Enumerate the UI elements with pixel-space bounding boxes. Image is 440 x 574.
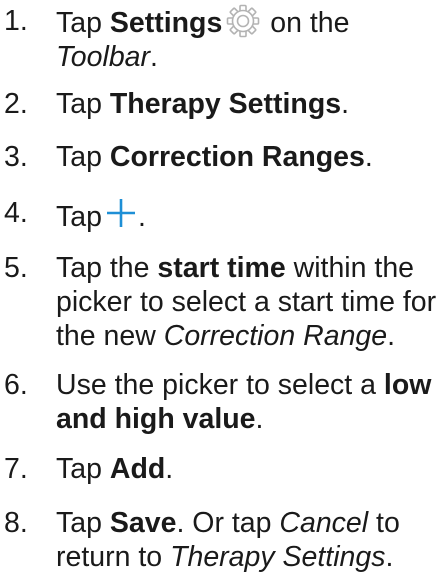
step-text: Tap Settings on the Toolbar.: [56, 4, 440, 74]
step-text-run: on the: [262, 7, 350, 39]
bold-term: Save: [109, 507, 177, 539]
step-text: Tap Add.: [56, 452, 440, 486]
step-text-run: picker to select a start time for: [56, 286, 437, 318]
bold-term: Correction Ranges: [109, 141, 365, 173]
italic-term: Cancel: [279, 507, 369, 539]
step-text-run: Tap: [56, 7, 110, 39]
step-text-run: to: [368, 507, 400, 539]
step-text: Tap.: [56, 196, 440, 234]
step-number: 3.: [4, 141, 28, 173]
step-text-run: Tap the: [56, 252, 158, 284]
step-number: 6.: [4, 369, 28, 401]
italic-term: Toolbar: [56, 41, 151, 73]
step-text: Tap the start time within the picker to s…: [56, 251, 440, 353]
step-text: Use the picker to select a low and high v…: [56, 368, 440, 436]
step-number: 4.: [4, 197, 28, 229]
step-text-run: Tap: [56, 141, 110, 173]
step-text-run: Tap: [56, 88, 110, 120]
step-text-run: .: [150, 41, 158, 73]
step-text-run: .: [255, 403, 264, 435]
step-number: 1.: [4, 5, 28, 37]
step-text-run: .: [341, 88, 350, 120]
step-text-run: . Or tap: [176, 507, 280, 539]
italic-term: Correction Range: [163, 320, 388, 352]
step-text: Tap Correction Ranges.: [56, 140, 440, 174]
step-text-run: Tap: [56, 507, 110, 539]
bold-term: Add: [109, 453, 166, 485]
step-text-run: .: [137, 201, 146, 233]
step-text-run: .: [165, 453, 174, 485]
bold-term: low: [383, 369, 432, 401]
bold-term: and high value: [56, 403, 256, 435]
step-number: 2.: [4, 88, 28, 120]
step-text-run: Tap: [56, 201, 102, 233]
step-text-run: within the: [285, 252, 415, 284]
step-text-run: return to: [56, 541, 171, 573]
step-text: Tap Therapy Settings.: [56, 87, 440, 121]
bold-term: Settings: [109, 7, 223, 39]
bold-term: Therapy Settings: [109, 88, 342, 120]
step-text-run: Tap: [56, 453, 110, 485]
step-text-run: .: [387, 320, 396, 352]
plus-icon: [104, 196, 138, 230]
step-text-run: the new: [56, 320, 164, 352]
italic-term: Therapy Settings: [170, 541, 386, 573]
step-number: 7.: [4, 453, 28, 485]
gear-icon: [226, 4, 260, 38]
bold-term: start time: [157, 252, 286, 284]
step-text-run: Use the picker to select a: [56, 369, 384, 401]
step-number: 5.: [4, 252, 28, 284]
step-text-run: .: [364, 141, 373, 173]
step-text: Tap Save. Or tap Cancel to return to Ther…: [56, 506, 440, 574]
step-text-run: .: [385, 541, 394, 573]
step-number: 8.: [4, 507, 28, 539]
